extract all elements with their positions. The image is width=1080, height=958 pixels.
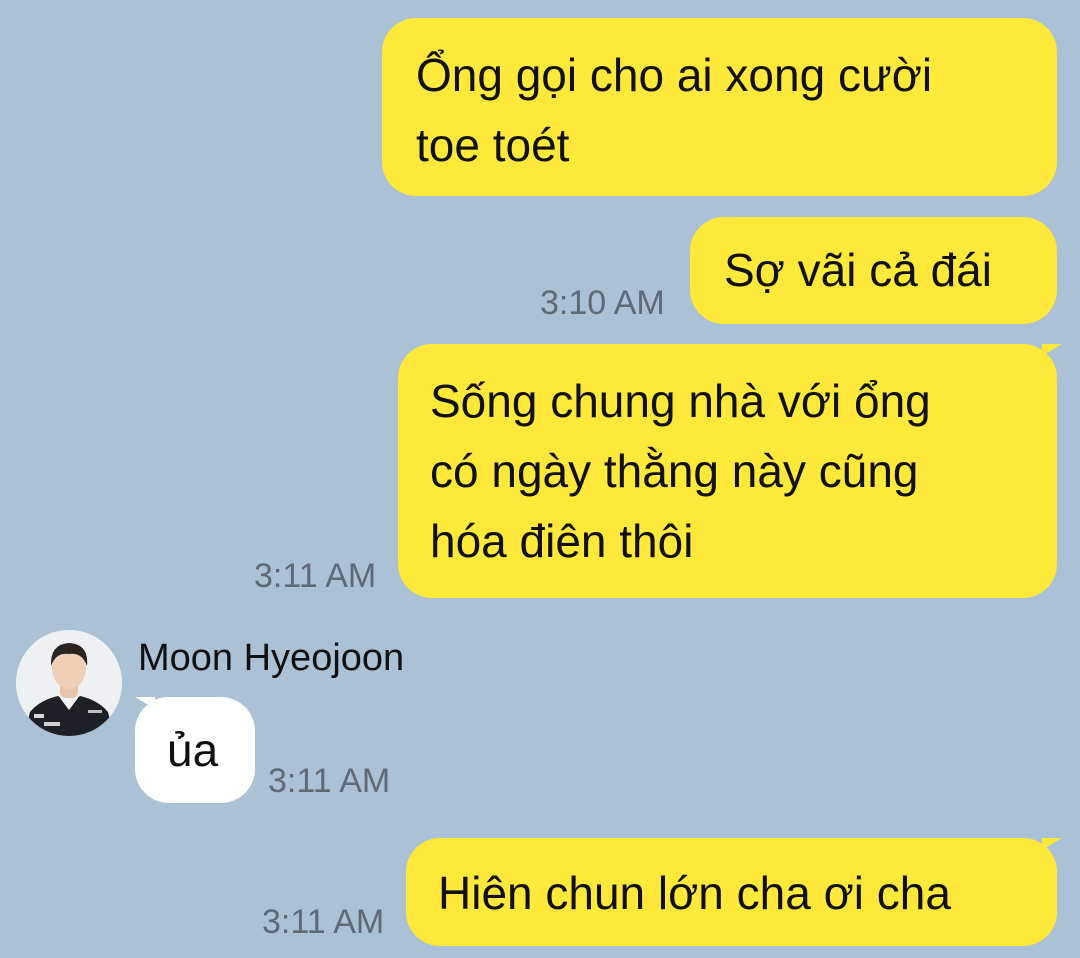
message-text-1: Ổng gọi cho ai xong cười toe toét bbox=[416, 49, 933, 171]
message-bubble-4[interactable]: ủa bbox=[135, 697, 255, 803]
message-time-3: 3:11 AM bbox=[254, 557, 377, 595]
bubble-tail bbox=[1042, 344, 1062, 356]
message-bubble-3[interactable]: Sống chung nhà với ổng có ngày thằng này… bbox=[398, 344, 1057, 598]
message-time-5: 3:11 AM bbox=[262, 903, 385, 941]
message-time-4: 3:11 AM bbox=[268, 762, 391, 800]
message-bubble-1[interactable]: Ổng gọi cho ai xong cười toe toét bbox=[382, 18, 1057, 196]
message-text-4: ủa bbox=[167, 724, 219, 776]
message-text-5: Hiên chun lớn cha ơi cha bbox=[438, 867, 951, 919]
sender-name: Moon Hyeojoon bbox=[138, 637, 405, 679]
message-bubble-2[interactable]: Sợ vãi cả đái bbox=[690, 217, 1057, 324]
message-bubble-5[interactable]: Hiên chun lớn cha ơi cha bbox=[406, 838, 1057, 946]
message-text-2: Sợ vãi cả đái bbox=[724, 244, 992, 296]
bubble-tail bbox=[135, 697, 155, 709]
bubble-tail bbox=[1042, 838, 1062, 850]
avatar[interactable] bbox=[16, 630, 122, 736]
profile-photo bbox=[16, 630, 122, 736]
message-time-2: 3:10 AM bbox=[540, 284, 665, 322]
message-text-3: Sống chung nhà với ổng có ngày thằng này… bbox=[430, 375, 931, 567]
